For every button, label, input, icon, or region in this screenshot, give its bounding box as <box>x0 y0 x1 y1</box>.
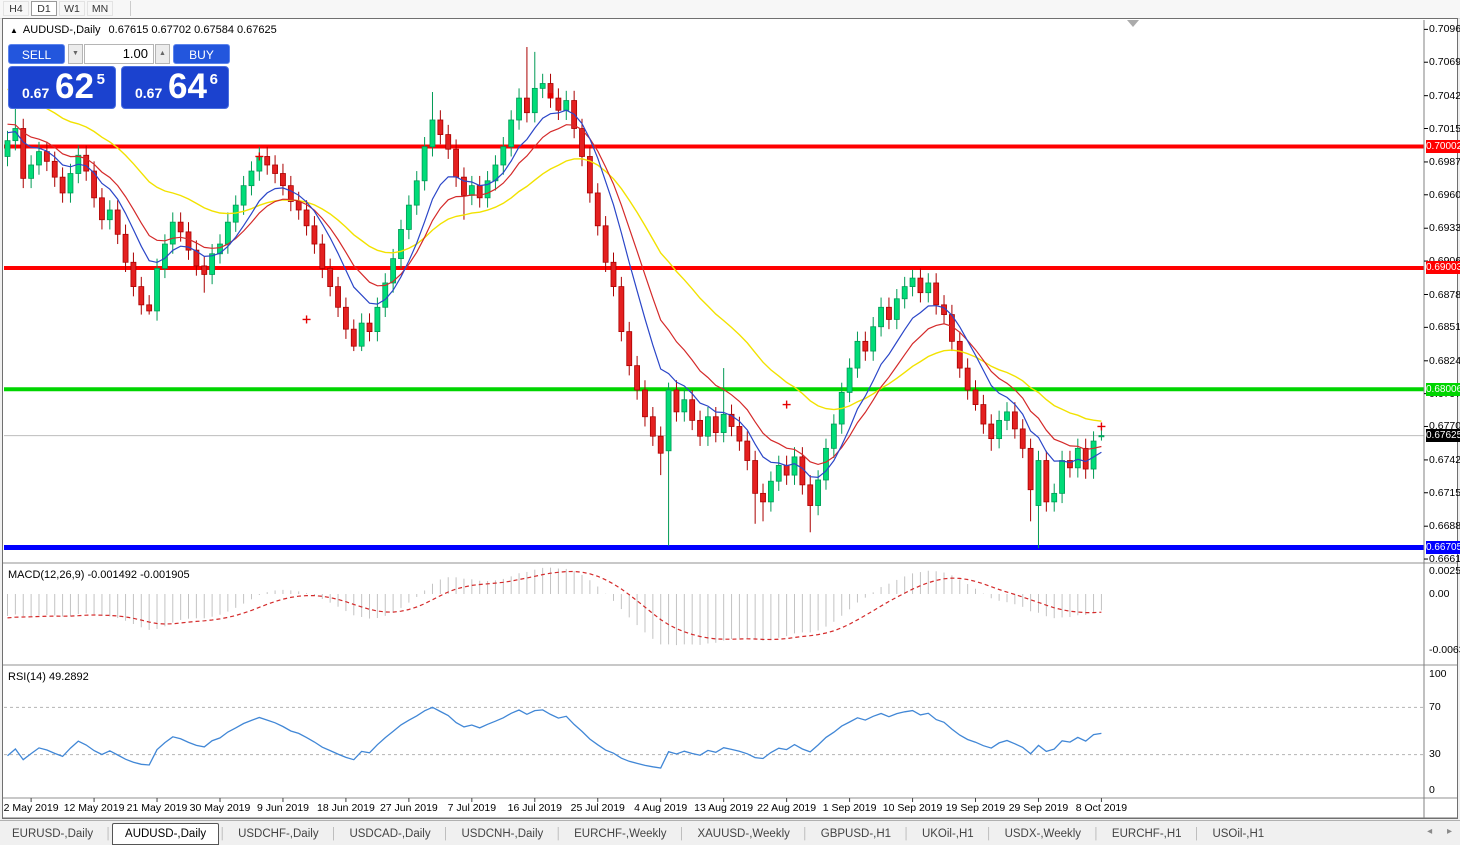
rsi-axis-label: 30 <box>1429 748 1441 760</box>
price-axis-label: 0.69605 <box>1429 188 1460 201</box>
buy-price-main: 64 <box>168 67 207 106</box>
buy-price-box[interactable]: 0.67 64 6 <box>121 66 229 109</box>
price-axis-label: 0.67155 <box>1429 486 1460 499</box>
chart-tab-usoil-h1[interactable]: USOil-,H1 <box>1200 824 1276 844</box>
date-axis-label: 25 Jul 2019 <box>570 802 625 814</box>
macd-label: MACD(12,26,9) -0.001492 -0.001905 <box>8 569 190 581</box>
date-axis-label: 9 Jun 2019 <box>256 802 309 814</box>
tab-separator: │ <box>678 828 686 840</box>
tab-separator: │ <box>219 828 227 840</box>
tab-separator: │ <box>330 828 338 840</box>
chart-tab-eurusd-daily[interactable]: EURUSD-,Daily <box>0 824 105 844</box>
date-axis-label: 18 Jun 2019 <box>317 802 375 814</box>
timeframe-mn-button[interactable]: MN <box>87 1 113 16</box>
tab-separator: │ <box>555 828 563 840</box>
price-axis-label: 0.66610 <box>1429 553 1460 566</box>
volume-decrease-button[interactable]: ▼ <box>68 44 83 64</box>
chart-shift-marker[interactable] <box>1127 20 1139 27</box>
buy-button[interactable]: BUY <box>173 44 230 64</box>
price-axis-label: 0.68240 <box>1429 354 1460 367</box>
tab-separator: │ <box>985 828 993 840</box>
mt4-terminal: H4 D1 W1 MN ▲ AUDUSD-,Daily 0.67615 0.6770… <box>0 0 1460 845</box>
date-axis-label: 21 May 2019 <box>126 802 188 814</box>
sell-button[interactable]: SELL <box>8 44 65 64</box>
tab-separator: │ <box>903 828 910 840</box>
date-axis-label: 13 Aug 2019 <box>694 802 754 814</box>
price-level-badge: 0.66705 <box>1426 540 1460 554</box>
rsi-axis-label: 70 <box>1429 701 1441 713</box>
chart-tab-usdcad-daily[interactable]: USDCAD-,Daily <box>337 824 442 844</box>
tab-separator: │ <box>1093 828 1100 840</box>
one-click-trade-panel: SELL ▼ 1.00 ▲ BUY 0.67 62 5 0.67 64 6 <box>8 44 230 110</box>
tab-scroll-right-icon[interactable]: ▸ <box>1447 826 1452 837</box>
buy-price-prefix: 0.67 <box>135 85 163 101</box>
chart-tab-ukoil-h1[interactable]: UKOil-,H1 <box>910 824 986 844</box>
volume-input[interactable]: 1.00 <box>84 44 154 64</box>
sell-price-prefix: 0.67 <box>22 85 50 101</box>
price-axis-label: 0.69875 <box>1429 155 1460 168</box>
chart-tab-bar: EURUSD-,Daily │ AUDUSD-,Daily │ USDCHF-,Dail… <box>0 820 1460 845</box>
sell-price-box[interactable]: 0.67 62 5 <box>8 66 116 109</box>
chart-title: ▲ AUDUSD-,Daily 0.67615 0.67702 0.67584 0.… <box>10 24 277 36</box>
date-axis-label: 12 May 2019 <box>63 802 125 814</box>
chart-symbol-period: AUDUSD-,Daily <box>22 24 101 36</box>
toolbar-separator <box>130 1 131 16</box>
chart-tab-xauusd-weekly[interactable]: XAUUSD-,Weekly <box>685 824 801 844</box>
price-level-badge: 0.70002 <box>1426 140 1460 153</box>
date-axis-label: 4 Aug 2019 <box>634 802 688 814</box>
price-level-badge: 0.68006 <box>1426 382 1460 396</box>
price-axis-label: 0.70695 <box>1429 56 1460 69</box>
rsi-axis-label: 0 <box>1429 784 1435 796</box>
price-level-badge: 0.69003 <box>1426 261 1460 275</box>
price-axis-label: 0.70420 <box>1429 89 1460 102</box>
tab-separator: │ <box>105 828 113 840</box>
tab-separator: │ <box>801 828 809 840</box>
chart-tab-eurchf-h1[interactable]: EURCHF-,H1 <box>1100 824 1194 844</box>
macd-axis-label: 0.002574 <box>1429 565 1460 577</box>
date-axis-label: 10 Sep 2019 <box>882 802 943 814</box>
tab-separator: │ <box>442 828 450 840</box>
chart-tab-audusd-daily[interactable]: AUDUSD-,Daily <box>112 823 220 845</box>
sell-price-pip: 5 <box>96 71 105 88</box>
date-axis-label: 29 Sep 2019 <box>1008 802 1069 814</box>
date-axis-label: 1 Sep 2019 <box>822 802 877 814</box>
chart-tab-usdchf-daily[interactable]: USDCHF-,Daily <box>226 824 331 844</box>
price-level-badge: 0.67625 <box>1426 429 1460 443</box>
timeframe-w1-button[interactable]: W1 <box>59 1 85 16</box>
volume-increase-button[interactable]: ▲ <box>155 44 170 64</box>
date-axis-label: 16 Jul 2019 <box>507 802 562 814</box>
price-axis-label: 0.68785 <box>1429 288 1460 301</box>
collapse-triangle-icon[interactable]: ▲ <box>10 26 18 35</box>
date-axis-label: 30 May 2019 <box>189 802 251 814</box>
date-axis-label: 22 Aug 2019 <box>757 802 817 814</box>
tab-scroll-left-icon[interactable]: ◂ <box>1427 826 1432 837</box>
buy-price-pip: 6 <box>209 71 218 88</box>
tab-separator: │ <box>1193 828 1201 840</box>
rsi-axis-label: 100 <box>1429 668 1447 680</box>
price-axis-label: 0.70150 <box>1429 122 1460 135</box>
date-axis-label: 27 Jun 2019 <box>379 802 438 814</box>
timeframe-toolbar: H4 D1 W1 MN <box>0 0 1460 19</box>
date-axis-label: 8 Oct 2019 <box>1075 802 1128 814</box>
date-axis-label: 2 May 2019 <box>3 802 59 814</box>
timeframe-h4-button[interactable]: H4 <box>3 1 29 16</box>
macd-axis-label: -0.006326 <box>1429 644 1460 656</box>
chart-ohlc-values: 0.67615 0.67702 0.67584 0.67625 <box>108 24 277 36</box>
sell-price-main: 62 <box>55 67 94 106</box>
chart-tab-gbpusd-h1[interactable]: GBPUSD-,H1 <box>809 824 903 844</box>
date-axis-label: 19 Sep 2019 <box>945 802 1006 814</box>
price-axis-label: 0.70965 <box>1429 23 1460 36</box>
price-axis-label: 0.66880 <box>1429 520 1460 533</box>
price-axis-label: 0.68515 <box>1429 321 1460 334</box>
rsi-label: RSI(14) 49.2892 <box>8 671 89 683</box>
price-axis-label: 0.69330 <box>1429 222 1460 235</box>
price-axis-label: 0.67425 <box>1429 453 1460 466</box>
timeframe-d1-button[interactable]: D1 <box>31 1 57 16</box>
date-axis-label: 7 Jul 2019 <box>447 802 497 814</box>
macd-axis-label: 0.00 <box>1429 588 1450 600</box>
chart-tab-eurchf-weekly[interactable]: EURCHF-,Weekly <box>562 824 678 844</box>
chart-tab-usdx-weekly[interactable]: USDX-,Weekly <box>993 824 1093 844</box>
chart-tab-usdcnh-daily[interactable]: USDCNH-,Daily <box>449 824 555 844</box>
chart-window[interactable] <box>2 18 1458 819</box>
